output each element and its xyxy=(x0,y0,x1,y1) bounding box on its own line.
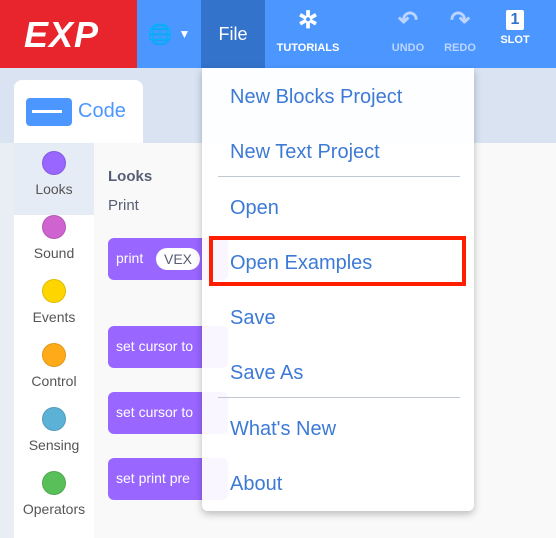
file-menu-button[interactable]: File xyxy=(201,0,265,68)
category-label: Sensing xyxy=(28,437,80,453)
lightbulb-icon: ✲ xyxy=(297,7,319,34)
code-blocks-icon xyxy=(26,97,72,126)
tab-code-label: Code xyxy=(78,100,126,122)
category-sound[interactable]: Sound xyxy=(14,215,94,261)
events-color-dot xyxy=(42,279,66,303)
tab-code[interactable]: Code xyxy=(14,80,143,143)
block-argument[interactable]: VEX xyxy=(156,248,201,270)
logo-text: EXP xyxy=(24,14,100,55)
category-label: Events xyxy=(32,309,76,325)
menu-item-whats-new[interactable]: What's New xyxy=(230,418,336,441)
undo-label: UNDO xyxy=(391,42,425,54)
menu-item-open[interactable]: Open xyxy=(230,197,279,220)
brand-logo[interactable]: EXP xyxy=(0,0,137,68)
category-palette: Looks Sound Events Control Sensing Opera… xyxy=(14,143,94,538)
undo-icon: ↶ xyxy=(397,7,419,34)
redo-label: REDO xyxy=(444,42,476,54)
language-menu[interactable]: 🌐 ▼ xyxy=(137,0,201,68)
category-label: Looks xyxy=(35,181,73,197)
category-looks[interactable]: Looks xyxy=(14,143,94,215)
slot-number: 1 xyxy=(506,10,524,30)
file-dropdown-menu xyxy=(202,68,474,511)
slot-button[interactable]: 1 SLOT xyxy=(490,0,540,68)
globe-icon: 🌐 xyxy=(147,23,173,46)
category-control[interactable]: Control xyxy=(14,343,94,389)
category-label: Control xyxy=(31,373,77,389)
category-operators[interactable]: Operators xyxy=(14,471,94,517)
menu-divider xyxy=(218,176,460,177)
redo-button[interactable]: ↷ REDO xyxy=(438,0,482,68)
menu-item-save-as[interactable]: Save As xyxy=(230,362,303,385)
undo-button[interactable]: ↶ UNDO xyxy=(388,0,428,68)
section-subtitle: Print xyxy=(108,197,139,214)
chevron-down-icon: ▼ xyxy=(178,27,191,41)
block-label: set cursor to xyxy=(116,404,194,420)
category-label: Operators xyxy=(22,501,86,517)
category-events[interactable]: Events xyxy=(14,279,94,325)
category-label: Sound xyxy=(33,245,75,261)
category-sensing[interactable]: Sensing xyxy=(14,407,94,453)
tutorials-button[interactable]: ✲ TUTORIALS xyxy=(268,0,348,68)
sensing-color-dot xyxy=(42,407,66,431)
block-label: set cursor to xyxy=(116,338,194,354)
operators-color-dot xyxy=(42,471,66,495)
menu-item-save[interactable]: Save xyxy=(230,307,276,330)
menu-item-new-text-project[interactable]: New Text Project xyxy=(230,141,380,164)
block-label: print xyxy=(116,250,144,266)
redo-icon: ↷ xyxy=(449,7,471,34)
tutorials-label: TUTORIALS xyxy=(276,42,340,54)
section-title: Looks xyxy=(108,168,153,185)
menu-divider xyxy=(218,397,460,398)
menu-item-new-blocks-project[interactable]: New Blocks Project xyxy=(230,86,402,109)
control-color-dot xyxy=(42,343,66,367)
slot-label: SLOT xyxy=(500,34,530,46)
menu-item-about[interactable]: About xyxy=(230,473,282,496)
looks-color-dot xyxy=(42,151,66,175)
sound-color-dot xyxy=(42,215,66,239)
block-label: set print pre xyxy=(116,470,190,486)
highlight-box xyxy=(209,236,466,286)
